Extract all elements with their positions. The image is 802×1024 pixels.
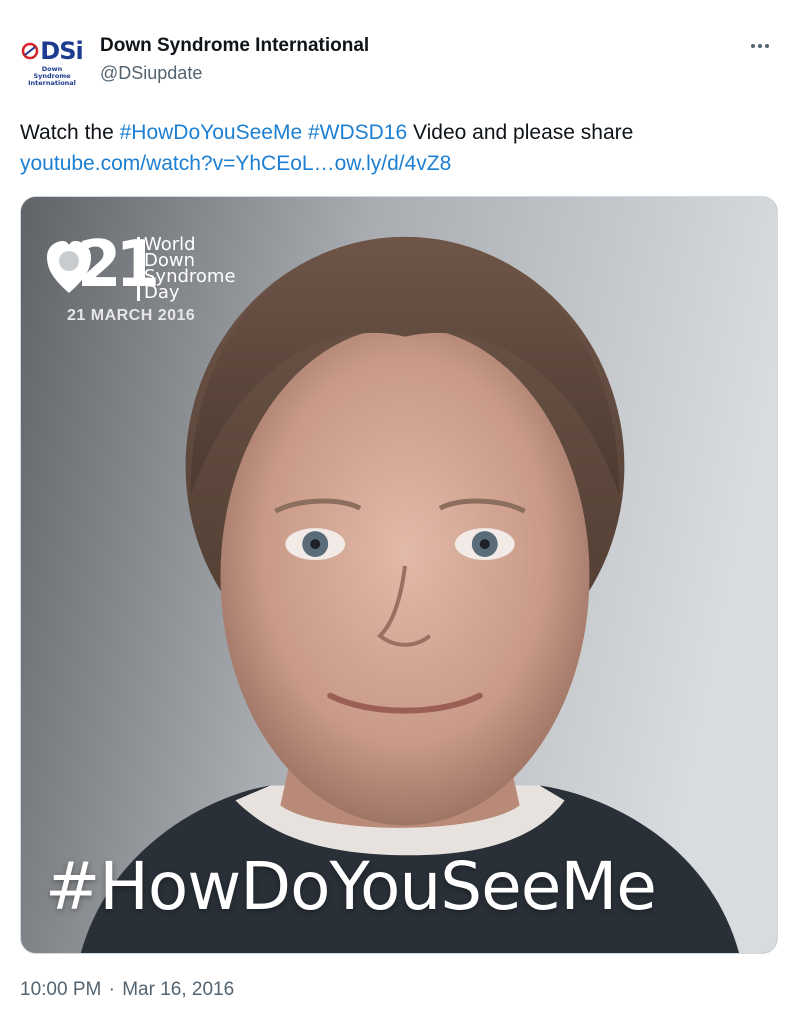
- tweet-text: Watch the #HowDoYouSeeMe #WDSD16 Video a…: [20, 117, 782, 179]
- author-names: Down Syndrome International @DSiupdate: [100, 32, 369, 86]
- timestamp-separator: ·: [108, 979, 115, 1000]
- wdsd-title: World Down Syndrome Day: [137, 236, 236, 303]
- media-hashtag-overlay: #HowDoYouSeeMe: [45, 848, 657, 925]
- wdsd-title-line: Day: [144, 282, 180, 303]
- tweet-text-outro: Video and please share: [407, 121, 634, 144]
- tweet-timestamp[interactable]: 10:00 PM · Mar 16, 2016: [20, 976, 234, 1004]
- tweet-header: DSi Down Syndrome International Down Syn…: [20, 32, 782, 92]
- tweet-text-intro: Watch the: [20, 121, 120, 144]
- timestamp-time: 10:00 PM: [20, 979, 102, 1000]
- tweet-media[interactable]: 21 World Down Syndrome Day 21 MARCH 2016…: [20, 196, 778, 954]
- more-horizontal-icon: [765, 44, 769, 48]
- more-options-button[interactable]: [744, 34, 776, 58]
- more-horizontal-icon: [758, 44, 762, 48]
- avatar[interactable]: DSi Down Syndrome International: [20, 36, 84, 100]
- more-horizontal-icon: [751, 44, 755, 48]
- wdsd-date: 21 MARCH 2016: [67, 307, 196, 324]
- avatar-logo-subtext: Down Syndrome International: [28, 65, 76, 87]
- author-handle[interactable]: @DSiupdate: [100, 60, 369, 86]
- timestamp-date: Mar 16, 2016: [122, 979, 235, 1000]
- hashtag-howdoyouseeme-link[interactable]: #HowDoYouSeeMe: [120, 121, 303, 144]
- dsi-swirl-icon: [22, 42, 39, 60]
- tweet-text-line-2: youtube.com/watch?v=YhCEoL…ow.ly/d/4vZ8: [20, 148, 782, 179]
- author-display-name[interactable]: Down Syndrome International: [100, 32, 369, 60]
- owly-link[interactable]: ow.ly/d/4vZ8: [335, 152, 452, 175]
- wdsd-logo: 21 World Down Syndrome Day 21 MARCH 2016: [47, 233, 247, 333]
- dsi-logo: DSi: [21, 36, 84, 66]
- tweet-text-line-1: Watch the #HowDoYouSeeMe #WDSD16 Video a…: [20, 117, 782, 148]
- youtube-link[interactable]: youtube.com/watch?v=YhCEoL…: [20, 152, 335, 175]
- hashtag-wdsd16-link[interactable]: #WDSD16: [308, 121, 407, 144]
- avatar-logo-text: DSi: [40, 37, 83, 65]
